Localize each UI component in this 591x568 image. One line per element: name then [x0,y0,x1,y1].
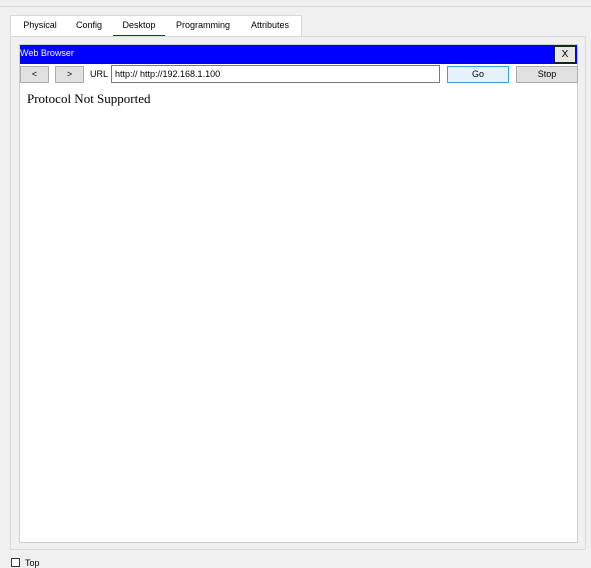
forward-button[interactable]: > [55,66,84,83]
tab-bar: Physical Config Desktop Programming Attr… [10,15,302,37]
browser-titlebar: Web Browser X [20,45,577,64]
close-button[interactable]: X [554,46,576,63]
page-message: Protocol Not Supported [27,91,151,106]
tab-physical[interactable]: Physical [21,16,59,35]
tab-attributes[interactable]: Attributes [247,16,293,35]
top-checkbox-label: Top [25,558,40,568]
stop-button[interactable]: Stop [516,66,578,83]
tab-programming[interactable]: Programming [174,16,232,35]
url-input[interactable] [111,65,440,83]
tab-config[interactable]: Config [74,16,104,35]
back-button[interactable]: < [20,66,49,83]
url-label: URL [90,69,109,79]
tab-desktop[interactable]: Desktop [113,16,165,37]
top-divider [0,6,591,7]
web-browser-window: Web Browser X < > URL Go Stop Protocol N… [19,44,578,543]
go-button[interactable]: Go [447,66,509,83]
window-title: Web Browser [20,48,74,58]
top-checkbox[interactable] [11,558,20,567]
